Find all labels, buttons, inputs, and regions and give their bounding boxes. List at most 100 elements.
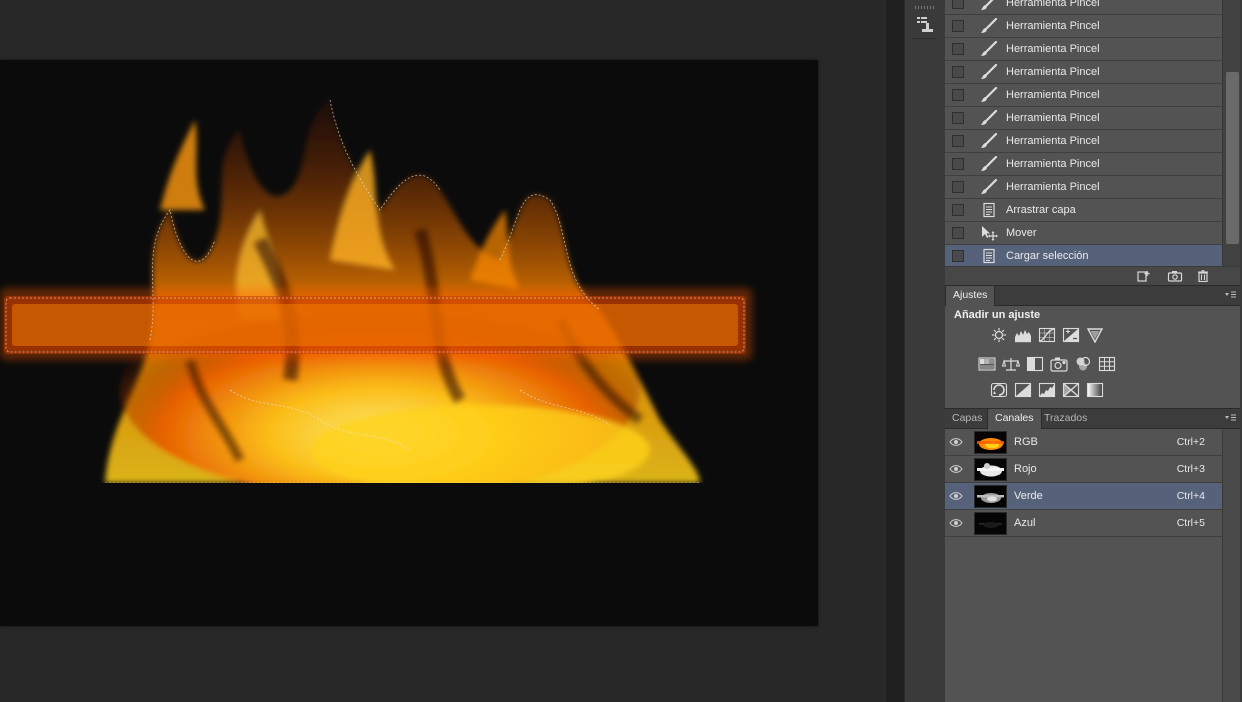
selective-color-icon[interactable] — [1062, 382, 1080, 398]
camera-snapshot-icon[interactable] — [1167, 270, 1183, 282]
channel-shortcut: Ctrl+4 — [1176, 490, 1205, 502]
history-scrollbar[interactable] — [1222, 0, 1242, 266]
hue-saturation-icon[interactable] — [978, 356, 996, 372]
channel-thumbnail — [974, 511, 1007, 535]
tab-capas[interactable]: Capas — [945, 409, 989, 428]
document-icon — [978, 201, 1000, 219]
brush-icon — [978, 155, 1000, 173]
eye-icon[interactable] — [949, 464, 963, 474]
history-state-checkbox[interactable] — [952, 227, 964, 239]
history-state-item[interactable]: Herramienta Pincel — [945, 84, 1222, 107]
channel-row-azul[interactable]: Azul Ctrl+5 — [945, 510, 1222, 537]
history-state-item[interactable]: Herramienta Pincel — [945, 176, 1222, 199]
channel-name: Verde — [1014, 490, 1043, 502]
fire-text-artwork — [0, 99, 818, 626]
adjustments-panel: Añadir un ajuste — [945, 306, 1242, 409]
history-scroll-thumb[interactable] — [1226, 72, 1239, 244]
panel-grip[interactable] — [915, 6, 935, 9]
color-lookup-icon[interactable] — [1098, 356, 1116, 372]
history-footer — [945, 266, 1242, 286]
channel-mixer-icon[interactable] — [1074, 356, 1092, 372]
trash-icon[interactable] — [1195, 270, 1211, 282]
adjustments-tabbar: Ajustes — [945, 286, 1242, 306]
history-state-item[interactable]: Herramienta Pincel — [945, 107, 1222, 130]
brush-icon — [978, 17, 1000, 35]
adjustments-title: Añadir un ajuste — [954, 309, 1041, 321]
channel-name: Rojo — [1014, 463, 1037, 475]
threshold-icon[interactable] — [1038, 382, 1056, 398]
new-document-from-state-icon[interactable] — [1135, 270, 1151, 282]
history-state-item[interactable]: Arrastrar capa — [945, 199, 1222, 222]
history-state-label: Herramienta Pincel — [1006, 20, 1100, 32]
history-state-label: Herramienta Pincel — [1006, 158, 1100, 170]
vibrance-icon[interactable] — [1086, 327, 1104, 344]
history-state-checkbox[interactable] — [952, 20, 964, 32]
eye-icon[interactable] — [949, 491, 963, 501]
panel-menu-icon[interactable] — [1224, 290, 1236, 300]
move-tool-icon — [978, 224, 1000, 242]
history-state-checkbox[interactable] — [952, 135, 964, 147]
history-state-item[interactable]: Mover — [945, 222, 1222, 245]
history-state-label: Herramienta Pincel — [1006, 112, 1100, 124]
posterize-icon[interactable] — [1014, 382, 1032, 398]
history-state-checkbox[interactable] — [952, 250, 964, 262]
history-state-item[interactable]: Cargar selección — [945, 245, 1222, 268]
history-state-item[interactable]: Herramienta Pincel — [945, 153, 1222, 176]
tab-canales[interactable]: Canales — [987, 409, 1042, 429]
history-state-item[interactable]: Herramienta Pincel — [945, 130, 1222, 153]
brush-icon — [978, 109, 1000, 127]
channels-scrollbar[interactable] — [1222, 429, 1242, 702]
curves-icon[interactable] — [1038, 327, 1056, 343]
document-canvas[interactable] — [0, 60, 818, 626]
history-state-label: Mover — [1006, 227, 1037, 239]
levels-icon[interactable] — [1014, 327, 1032, 343]
panel-gutter — [886, 0, 904, 702]
history-state-checkbox[interactable] — [952, 0, 964, 9]
history-state-checkbox[interactable] — [952, 43, 964, 55]
channel-shortcut: Ctrl+5 — [1176, 517, 1205, 529]
brightness-icon[interactable] — [990, 327, 1008, 343]
history-state-item[interactable]: Herramienta Pincel — [945, 0, 1222, 15]
history-state-label: Herramienta Pincel — [1006, 89, 1100, 101]
channel-row-rgb[interactable]: RGB Ctrl+2 — [945, 429, 1222, 456]
channel-thumbnail — [974, 484, 1007, 508]
eye-icon[interactable] — [949, 437, 963, 447]
history-state-label: Cargar selección — [1006, 250, 1089, 262]
exposure-icon[interactable] — [1062, 327, 1080, 343]
history-state-label: Herramienta Pincel — [1006, 43, 1100, 55]
collapsed-panel-strip — [904, 0, 946, 702]
channel-shortcut: Ctrl+2 — [1176, 436, 1205, 448]
history-state-label: Herramienta Pincel — [1006, 181, 1100, 193]
history-state-checkbox[interactable] — [952, 204, 964, 216]
history-state-checkbox[interactable] — [952, 181, 964, 193]
history-state-checkbox[interactable] — [952, 158, 964, 170]
right-panel-dock: Herramienta Pincel Herramienta Pincel Herr… — [945, 0, 1242, 702]
history-state-item[interactable]: Herramienta Pincel — [945, 15, 1222, 38]
history-state-item[interactable]: Herramienta Pincel — [945, 38, 1222, 61]
panel-menu-icon[interactable] — [1224, 413, 1236, 423]
history-panel-icon — [917, 17, 933, 32]
channel-thumbnail — [974, 457, 1007, 481]
channel-thumbnail — [974, 430, 1007, 454]
history-state-checkbox[interactable] — [952, 66, 964, 78]
eye-icon[interactable] — [949, 518, 963, 528]
channel-row-verde[interactable]: Verde Ctrl+4 — [945, 483, 1222, 510]
invert-icon[interactable] — [990, 382, 1008, 398]
black-white-icon[interactable] — [1026, 356, 1044, 372]
gradient-map-icon[interactable] — [1086, 382, 1104, 398]
channel-name: Azul — [1014, 517, 1036, 529]
color-balance-icon[interactable] — [1001, 356, 1021, 372]
tab-adjustments[interactable]: Ajustes — [945, 286, 996, 306]
document-icon — [978, 247, 1000, 265]
history-state-checkbox[interactable] — [952, 112, 964, 124]
history-state-checkbox[interactable] — [952, 89, 964, 101]
brush-icon — [978, 178, 1000, 196]
history-state-label: Herramienta Pincel — [1006, 66, 1100, 78]
photo-filter-icon[interactable] — [1050, 356, 1068, 372]
history-state-label: Herramienta Pincel — [1006, 0, 1100, 9]
history-panel-button[interactable] — [913, 12, 937, 39]
channel-row-rojo[interactable]: Rojo Ctrl+3 — [945, 456, 1222, 483]
canvas-area — [0, 0, 886, 702]
history-state-item[interactable]: Herramienta Pincel — [945, 61, 1222, 84]
tab-trazados[interactable]: Trazados — [1037, 409, 1094, 428]
